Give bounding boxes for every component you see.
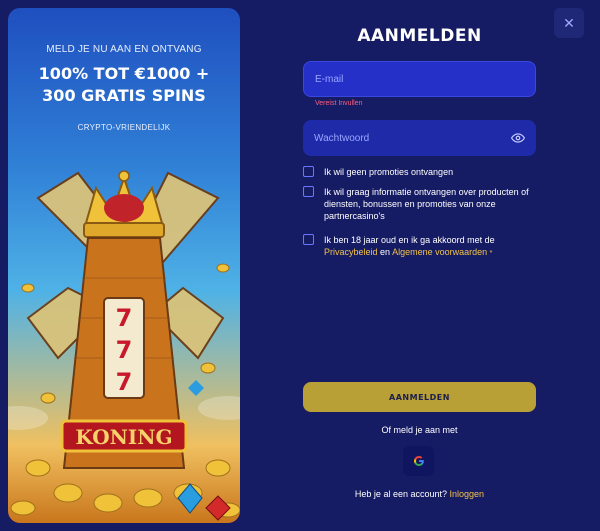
promo-panel: MELD JE NU AAN EN ONTVANG 100% TOT €1000… [8,8,240,523]
promo-header: MELD JE NU AAN EN ONTVANG 100% TOT €1000… [8,44,240,132]
reel-symbol-1: 7 [116,304,133,332]
partner-info-checkbox[interactable] [303,186,314,197]
email-input[interactable] [315,73,524,85]
required-mark: * [489,250,493,257]
partner-info-label: Ik wil graag informatie ontvangen over p… [324,187,529,221]
form-title: AANMELDEN [357,26,482,46]
privacy-link[interactable]: Privacybeleid [324,247,378,257]
have-account-text: Heb je al een account? [354,489,447,499]
no-promos-label: Ik wil geen promoties ontvangen [324,167,454,177]
checkbox-row-no-promos: Ik wil geen promoties ontvangen [303,166,543,178]
crown-icon [83,170,165,238]
reel-symbol-2: 7 [116,336,133,364]
checkbox-row-terms: Ik ben 18 jaar oud en ik ga akkoord met … [303,234,543,260]
google-signup-button[interactable] [403,446,434,476]
promo-kicker: MELD JE NU AAN EN ONTVANG [46,44,202,55]
google-icon [413,456,424,466]
terms-link[interactable]: Algemene voorwaarden [392,247,487,257]
terms-label: Ik ben 18 jaar oud en ik ga akkoord met … [324,234,539,260]
promo-title: 100% TOT €1000 + 300 GRATIS SPINS [8,63,240,107]
terms-prefix: Ik ben 18 jaar oud en ik ga akkoord met … [324,235,495,245]
checkbox-row-partner-info: Ik wil graag informatie ontvangen over p… [303,186,543,222]
password-input[interactable] [314,132,511,144]
koning-sign: KONING [60,419,188,453]
close-button[interactable]: ✕ [554,8,584,38]
alt-signup-label: Of meld je aan met [381,425,458,435]
windmill-illustration: 7 7 7 KONING [8,170,240,521]
email-error: Vereist Invullen [315,100,363,107]
promo-title-line2: 300 GRATIS SPINS [42,86,206,105]
login-link[interactable]: Inloggen [450,489,485,499]
promo-title-line1: 100% TOT €1000 + [38,64,210,83]
gem-small [188,380,204,396]
sign-text: KONING [75,425,172,449]
eye-icon[interactable] [511,131,525,145]
login-prompt: Heb je al een account? Inloggen [303,489,536,499]
reel-symbol-3: 7 [116,368,133,396]
terms-checkbox[interactable] [303,234,314,245]
no-promos-checkbox[interactable] [303,166,314,177]
password-field[interactable] [303,120,536,156]
slot-reels: 7 7 7 [103,297,145,399]
promo-tag: CRYPTO-VRIENDELIJK [77,123,171,132]
email-field[interactable] [303,61,536,97]
signup-modal: MELD JE NU AAN EN ONTVANG 100% TOT €1000… [0,0,600,531]
terms-and: en [380,247,391,257]
signup-submit-button[interactable]: AANMELDEN [303,382,536,412]
close-icon: ✕ [563,14,575,31]
